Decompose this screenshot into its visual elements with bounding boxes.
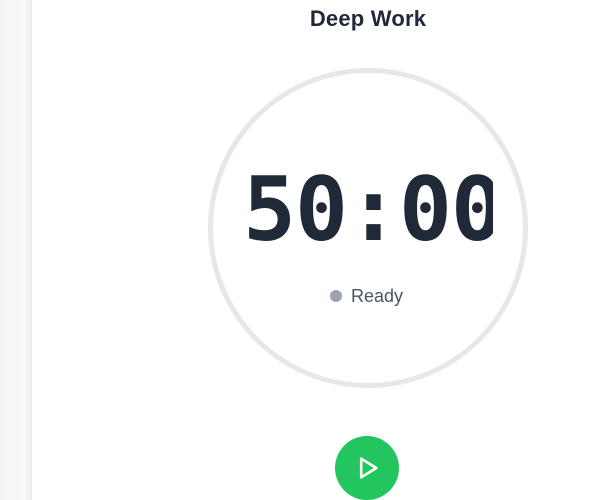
play-button[interactable] xyxy=(335,436,399,500)
status-indicator: Ready xyxy=(330,285,403,307)
timer-display-clip: 50:00 xyxy=(243,155,493,265)
status-label: Ready xyxy=(351,285,404,306)
status-dot xyxy=(330,290,342,302)
timer-display: 50:00 xyxy=(243,158,493,261)
play-icon xyxy=(359,457,378,479)
session-title: Deep Work xyxy=(309,6,427,31)
timer-page: Deep Work 50:00 Ready xyxy=(0,0,600,500)
left-sidebar-edge xyxy=(0,0,32,500)
